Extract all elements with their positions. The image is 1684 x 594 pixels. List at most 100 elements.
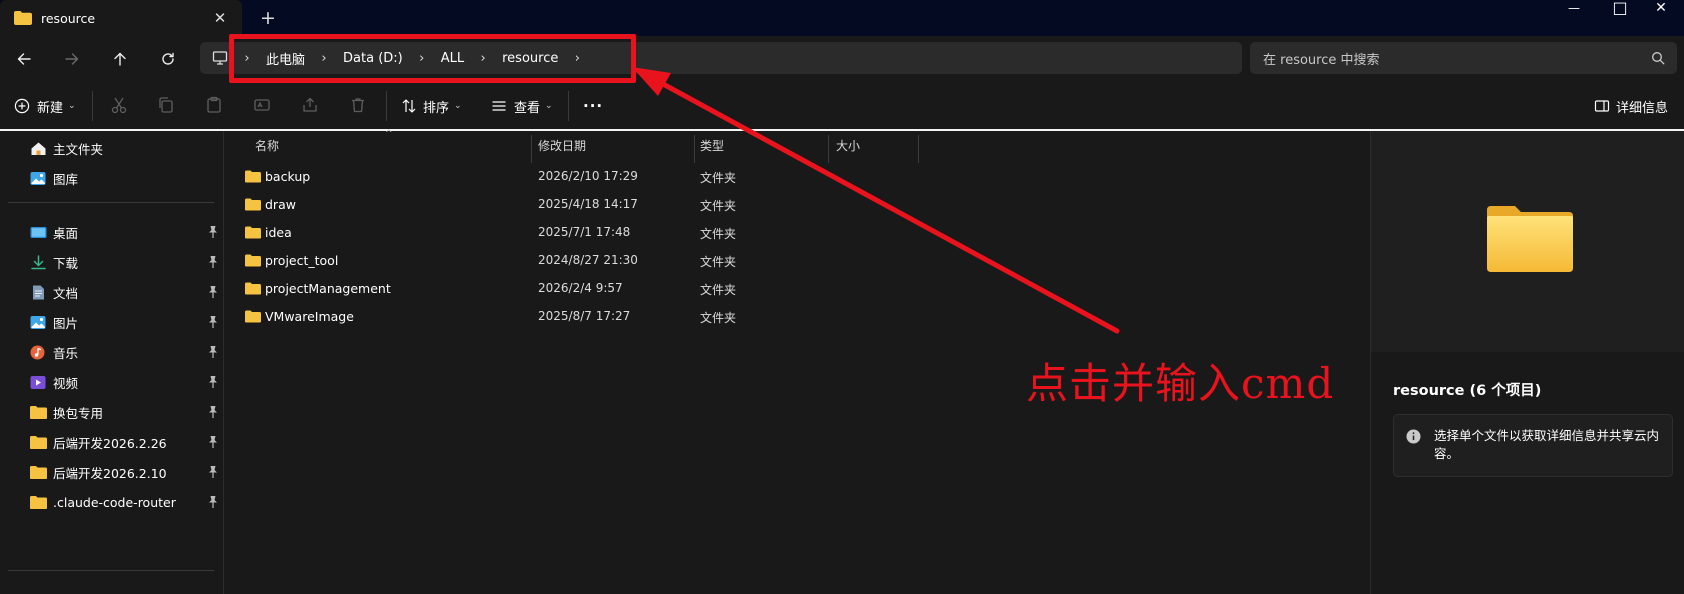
video-icon xyxy=(30,375,47,390)
maximize-icon[interactable]: □ xyxy=(1597,0,1643,17)
table-row[interactable]: idea 2025/7/1 17:48 文件夹 xyxy=(225,220,1145,246)
view-list-icon xyxy=(491,98,507,114)
pin-icon[interactable] xyxy=(207,345,219,359)
details-pane-button[interactable]: 详细信息 xyxy=(1594,92,1668,120)
breadcrumb-all[interactable]: ALL xyxy=(441,51,464,66)
pictures-icon xyxy=(30,315,47,330)
column-header-type[interactable]: 类型 xyxy=(700,131,724,159)
search-placeholder: 在 resource 中搜索 xyxy=(1263,52,1380,68)
rename-icon[interactable] xyxy=(253,96,271,114)
table-row[interactable]: draw 2025/4/18 14:17 文件夹 xyxy=(225,192,1145,218)
more-options-icon[interactable]: ··· xyxy=(583,92,603,120)
sidebar-item-desktop[interactable]: 桌面 xyxy=(0,217,224,247)
info-icon xyxy=(1406,429,1421,444)
tab-resource[interactable]: resource ✕ xyxy=(0,0,242,36)
breadcrumb-data-drive[interactable]: Data (D:) xyxy=(343,51,403,66)
pin-icon[interactable] xyxy=(207,225,219,239)
copy-icon[interactable] xyxy=(157,96,175,114)
sidebar-item-folder-claude-code-router[interactable]: .claude-code-router xyxy=(0,487,224,517)
chevron-down-icon: ⌄ xyxy=(68,101,76,111)
pin-icon[interactable] xyxy=(207,375,219,389)
breadcrumb-resource[interactable]: resource xyxy=(502,51,558,66)
column-divider[interactable] xyxy=(918,135,919,163)
new-label: 新建 xyxy=(37,100,64,116)
sidebar-item-home[interactable]: 主文件夹 xyxy=(0,133,224,163)
sidebar-item-downloads[interactable]: 下载 xyxy=(0,247,224,277)
file-date: 2025/7/1 17:48 xyxy=(538,225,631,239)
sidebar-item-folder-backend-0226[interactable]: 后端开发2026.2.26 xyxy=(0,427,224,457)
file-date: 2026/2/4 9:57 xyxy=(538,281,623,295)
column-divider[interactable] xyxy=(828,135,829,163)
breadcrumb-separator[interactable]: › xyxy=(572,51,582,66)
column-header-size[interactable]: 大小 xyxy=(836,131,860,159)
toolbar-divider xyxy=(92,91,93,121)
close-tab-icon[interactable]: ✕ xyxy=(210,8,230,28)
arrow-right-icon[interactable] xyxy=(56,44,88,74)
refresh-icon[interactable] xyxy=(152,44,184,74)
delete-icon[interactable] xyxy=(349,96,367,114)
arrow-left-icon[interactable] xyxy=(8,44,40,74)
pin-icon[interactable] xyxy=(207,315,219,329)
file-date: 2025/4/18 14:17 xyxy=(538,197,638,211)
address-bar[interactable]: › 此电脑 › Data (D:) › ALL › resource › xyxy=(200,42,1242,74)
pin-icon[interactable] xyxy=(207,255,219,269)
column-divider[interactable] xyxy=(694,135,695,163)
pin-icon[interactable] xyxy=(207,435,219,449)
pin-icon[interactable] xyxy=(207,495,219,509)
cut-icon[interactable] xyxy=(110,96,128,114)
minimize-icon[interactable]: — xyxy=(1551,0,1597,18)
breadcrumb-separator[interactable]: › xyxy=(417,51,427,66)
sidebar-item-folder-package[interactable]: 换包专用 xyxy=(0,397,224,427)
chevron-down-icon: ⌄ xyxy=(454,101,462,111)
arrow-up-icon[interactable] xyxy=(104,44,136,74)
view-label: 查看 xyxy=(514,100,541,116)
breadcrumb-separator[interactable]: › xyxy=(319,51,329,66)
folder-icon xyxy=(245,254,261,267)
table-row[interactable]: VMwareImage 2025/8/7 17:27 文件夹 xyxy=(225,304,1145,330)
breadcrumb-separator[interactable]: › xyxy=(242,51,252,66)
table-row[interactable]: projectManagement 2026/2/4 9:57 文件夹 xyxy=(225,276,1145,302)
plus-circle-icon xyxy=(14,98,30,114)
table-row[interactable]: backup 2026/2/10 17:29 文件夹 xyxy=(225,164,1145,190)
sort-button[interactable]: 排序 ⌄ xyxy=(401,92,462,120)
sidebar-item-music[interactable]: 音乐 xyxy=(0,337,224,367)
pin-icon[interactable] xyxy=(207,285,219,299)
file-type: 文件夹 xyxy=(700,311,737,325)
breadcrumb-separator[interactable]: › xyxy=(478,51,488,66)
sidebar-item-folder-backend-0210[interactable]: 后端开发2026.2.10 xyxy=(0,457,224,487)
sidebar-item-gallery[interactable]: 图库 xyxy=(0,163,224,193)
column-header-name[interactable]: 名称 xyxy=(255,131,279,159)
column-divider[interactable] xyxy=(531,135,532,163)
table-row[interactable]: project_tool 2024/8/27 21:30 文件夹 xyxy=(225,248,1145,274)
breadcrumb-this-pc[interactable]: 此电脑 xyxy=(266,49,305,68)
sidebar-item-videos[interactable]: 视频 xyxy=(0,367,224,397)
file-type: 文件夹 xyxy=(700,199,737,213)
sidebar-item-documents[interactable]: 文档 xyxy=(0,277,224,307)
close-window-icon[interactable]: ✕ xyxy=(1638,0,1684,18)
search-icon[interactable] xyxy=(1651,51,1665,65)
toolbar-divider xyxy=(568,91,569,121)
pin-icon[interactable] xyxy=(207,405,219,419)
sidebar-item-pictures[interactable]: 图片 xyxy=(0,307,224,337)
folder-icon xyxy=(1487,204,1573,272)
share-icon[interactable] xyxy=(301,96,319,114)
new-tab-button[interactable]: + xyxy=(256,6,280,30)
folder-icon xyxy=(245,282,261,295)
file-type: 文件夹 xyxy=(700,283,737,297)
column-header-date[interactable]: 修改日期 xyxy=(538,131,586,159)
sidebar-separator xyxy=(8,202,214,203)
command-bar: 新建 ⌄ 排序 ⌄ 查看 ⌄ ··· 详细信息 xyxy=(0,82,1684,129)
pin-icon[interactable] xyxy=(207,465,219,479)
paste-icon[interactable] xyxy=(205,96,223,114)
sidebar-separator xyxy=(8,570,214,571)
details-label: 详细信息 xyxy=(1616,100,1669,116)
file-name: idea xyxy=(265,225,292,240)
new-button[interactable]: 新建 ⌄ xyxy=(14,92,76,120)
sort-label: 排序 xyxy=(423,100,450,116)
sort-ascending-icon: ^ xyxy=(385,129,393,139)
search-input[interactable]: 在 resource 中搜索 xyxy=(1250,42,1677,74)
folder-icon xyxy=(245,310,261,323)
navigation-bar: › 此电脑 › Data (D:) › ALL › resource › 在 r… xyxy=(0,36,1684,82)
view-button[interactable]: 查看 ⌄ xyxy=(491,92,553,120)
folder-icon xyxy=(245,170,261,183)
